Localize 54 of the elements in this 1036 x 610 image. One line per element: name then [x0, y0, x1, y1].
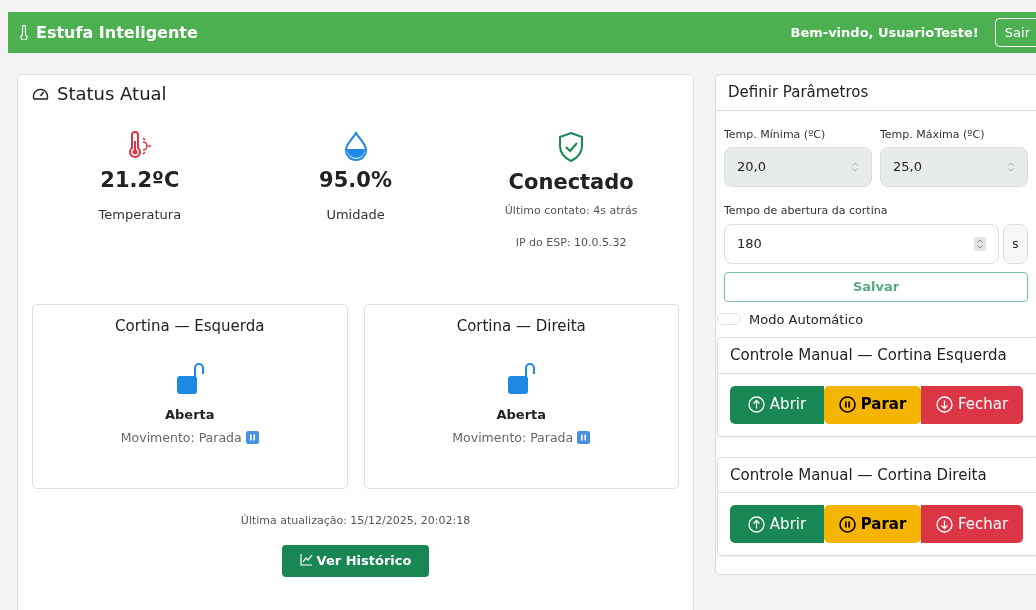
curtain-state: Aberta: [495, 406, 548, 424]
close-button[interactable]: Fechar: [921, 385, 1023, 424]
field-label: Temp. Mínima (ºC): [724, 126, 827, 143]
last-update-text: Última atualização: 15/12/2025, 20:02:18: [239, 512, 472, 529]
spinner-icon: [1007, 161, 1015, 173]
pause-circle-icon: [838, 396, 856, 413]
water-drop-icon: [342, 131, 369, 161]
metric-value: Conectado: [508, 169, 634, 196]
duration-field[interactable]: 180: [724, 223, 999, 264]
card-title: Definir Parâmetros: [716, 75, 1036, 111]
curtain-title: Cortina — Esquerda: [114, 315, 266, 337]
metric-label: Temperatura: [98, 205, 182, 224]
curtain-state: Aberta: [163, 406, 216, 424]
spinner-icon: [973, 236, 986, 251]
switch-label: Modo Automático: [749, 310, 864, 329]
save-button[interactable]: Salvar: [724, 271, 1028, 302]
history-button[interactable]: Ver Histórico: [281, 545, 430, 577]
unlocked-padlock-icon: [506, 361, 537, 395]
status-text: IP do ESP: 10.0.5.32: [515, 235, 627, 251]
card-title: Controle Manual — Cortina Esquerda: [718, 338, 1036, 374]
status-text: Último contato: 4s atrás: [504, 202, 638, 219]
movement-text: Movimento: Parada: [452, 428, 574, 447]
curtain-title: Cortina — Direita: [455, 315, 587, 337]
pause-circle-icon: [838, 515, 856, 533]
spinner-icon: [851, 161, 859, 173]
unit-label: s: [1002, 223, 1028, 264]
arrow-up-circle-icon: [747, 396, 765, 413]
open-button[interactable]: Abrir: [730, 505, 824, 543]
arrow-down-circle-icon: [935, 515, 953, 533]
stop-button[interactable]: Parar: [824, 385, 921, 424]
stop-button[interactable]: Parar: [824, 505, 921, 543]
pause-icon: [577, 431, 591, 445]
section-title: Status Atual: [57, 82, 167, 106]
field-label: Tempo de abertura da cortina: [724, 203, 889, 219]
logout-button[interactable]: Sair: [994, 17, 1036, 48]
arrow-down-circle-icon: [935, 396, 953, 413]
close-button[interactable]: Fechar: [921, 505, 1023, 543]
chart-line-icon: [299, 553, 313, 566]
metric-value: 21.2ºC: [100, 167, 180, 194]
card-title: Controle Manual — Cortina Direita: [718, 457, 1036, 493]
pause-icon: [245, 431, 259, 445]
unlocked-padlock-icon: [174, 361, 205, 395]
metric-label: Umidade: [326, 205, 385, 224]
gauge-icon: [32, 86, 49, 101]
open-button[interactable]: Abrir: [730, 385, 824, 424]
field-label: Temp. Máxima (ºC): [880, 126, 986, 143]
welcome-text: Bem-vindo, UsuarioTeste!: [790, 23, 979, 42]
brand-title[interactable]: Estufa Inteligente: [36, 20, 198, 45]
shield-check-icon: [557, 131, 586, 163]
auto-mode-switch[interactable]: [717, 313, 741, 326]
metric-value: 95.0%: [319, 167, 392, 194]
movement-text: Movimento: Parada: [120, 428, 242, 447]
thermometer-icon: [20, 25, 28, 40]
arrow-up-circle-icon: [747, 515, 765, 533]
